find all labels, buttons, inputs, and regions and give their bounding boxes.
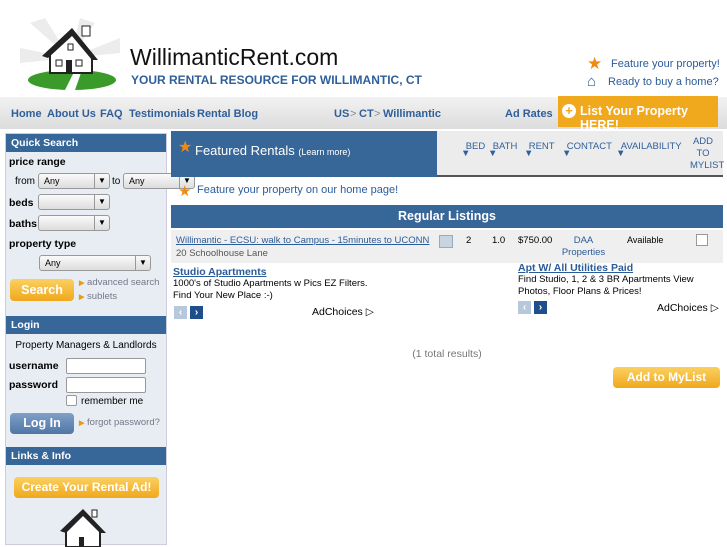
feature-property-link[interactable]: Feature your property! <box>611 58 720 70</box>
buy-home-link[interactable]: Ready to buy a home? <box>608 76 719 88</box>
site-title[interactable]: WillimanticRent.com <box>130 44 338 71</box>
featured-title: Featured Rentals <box>195 143 295 158</box>
chevron-down-icon: ▼ <box>135 256 150 270</box>
col-rent[interactable]: RENT ▼ <box>524 136 555 160</box>
nav-about[interactable]: About Us <box>47 108 96 120</box>
adchoices-link[interactable]: AdChoices ▷ <box>657 302 719 314</box>
site-logo-house[interactable] <box>20 18 125 90</box>
chevron-down-icon: ▼ <box>94 216 109 230</box>
property-type-select[interactable]: Any ▼ <box>39 255 151 271</box>
chevron-down-icon: ▼ <box>94 174 109 188</box>
username-input[interactable] <box>66 358 146 374</box>
ad-block: Apt W/ All Utilities Paid Find Studio, 1… <box>518 262 694 298</box>
ad-text: Find Your New Place :-) <box>173 290 273 301</box>
price-range-label: price range <box>9 156 66 168</box>
price-from-select[interactable]: Any ▼ <box>38 173 110 189</box>
login-button[interactable]: Log In <box>10 413 74 434</box>
forgot-password-link[interactable]: forgot password? <box>87 417 160 428</box>
col-contact[interactable]: CONTACT ▼ <box>562 136 612 160</box>
property-type-value: Any <box>45 258 61 268</box>
col-bed[interactable]: BED ▼ <box>461 136 485 160</box>
listing-bed: 2 <box>466 235 472 246</box>
ad-title-link[interactable]: Apt W/ All Utilities Paid <box>518 262 694 274</box>
advanced-search-link[interactable]: advanced search <box>87 277 159 288</box>
sublets-link[interactable]: sublets <box>87 291 117 302</box>
listing-availability: Available <box>627 235 664 245</box>
property-type-label: property type <box>9 238 77 250</box>
table-row: Willimantic - ECSU: walk to Campus - 15m… <box>171 230 723 263</box>
star-icon: ★ <box>587 54 603 73</box>
nav-rental-blog[interactable]: Rental Blog <box>197 108 258 120</box>
column-headers: BED ▼ BATH ▼ RENT ▼ CONTACT ▼ AVAILABILITY ▼ … <box>437 131 725 177</box>
nav-home[interactable]: Home <box>11 108 42 120</box>
password-input[interactable] <box>66 377 146 393</box>
ad-text: Photos, Floor Plans & Prices! <box>518 286 642 297</box>
listing-contact-link[interactable]: DAA Properties <box>561 235 606 259</box>
regular-listings-header: Regular Listings <box>171 205 723 228</box>
nav-testimonials[interactable]: Testimonials <box>129 108 195 120</box>
ad-next-button[interactable]: › <box>534 301 547 314</box>
to-label: to <box>112 176 121 187</box>
list-property-button[interactable]: + List Your Property HERE! <box>558 96 718 132</box>
price-from-value: Any <box>44 176 60 186</box>
learn-more-link[interactable]: (Learn more) <box>298 147 350 157</box>
login-header: Login <box>6 316 166 334</box>
ad-block: Studio Apartments 1000's of Studio Apart… <box>173 266 368 302</box>
add-to-mylist-button[interactable]: Add to MyList <box>613 367 720 388</box>
photo-icon[interactable] <box>439 235 453 248</box>
search-button[interactable]: Search <box>10 279 74 301</box>
ad-text: 1000's of Studio Apartments w Pics EZ Fi… <box>173 278 368 289</box>
from-label: from <box>15 176 35 187</box>
login-subtitle: Property Managers & Landlords <box>15 340 157 351</box>
col-bath[interactable]: BATH ▼ <box>488 136 517 160</box>
plus-icon: + <box>562 104 576 118</box>
username-label: username <box>9 360 59 372</box>
ad-prev-button[interactable]: ‹ <box>518 301 531 314</box>
breadcrumb-willimantic: Willimantic <box>383 108 441 120</box>
site-tagline: YOUR RENTAL RESOURCE FOR WILLIMANTIC, CT <box>131 73 422 87</box>
price-to-value: Any <box>129 176 145 186</box>
ad-next-button[interactable]: › <box>190 306 203 319</box>
beds-label: beds <box>9 197 34 209</box>
home-icon: ⌂ <box>587 73 597 90</box>
mylist-checkbox[interactable] <box>696 234 708 246</box>
ad-text: Find Studio, 1, 2 & 3 BR Apartments View <box>518 274 694 285</box>
house-logo-icon <box>60 509 106 547</box>
quick-search-header: Quick Search <box>6 134 166 152</box>
col-availability[interactable]: AVAILABILITY ▼ <box>616 136 682 160</box>
breadcrumb-sep: > <box>350 108 357 120</box>
nav-ad-rates[interactable]: Ad Rates <box>505 108 553 120</box>
ad-prev-button[interactable]: ‹ <box>174 306 187 319</box>
results-count: (1 total results) <box>412 348 482 360</box>
star-icon: ★ <box>178 139 193 156</box>
baths-select[interactable]: ▼ <box>38 215 110 231</box>
ad-title-link[interactable]: Studio Apartments <box>173 266 368 278</box>
feature-home-link[interactable]: Feature your property on our home page! <box>197 184 398 196</box>
links-info-header: Links & Info <box>6 447 166 465</box>
chevron-down-icon: ▼ <box>94 195 109 209</box>
listing-address: 20 Schoolhouse Lane <box>176 248 268 259</box>
breadcrumb-sep: > <box>374 108 381 120</box>
adchoices-link[interactable]: AdChoices ▷ <box>312 306 374 318</box>
listing-rent: $750.00 <box>518 235 553 246</box>
listing-bath: 1.0 <box>492 235 506 246</box>
breadcrumb-ct[interactable]: CT <box>359 108 374 120</box>
remember-me-checkbox[interactable] <box>66 395 77 406</box>
star-icon: ★ <box>178 183 192 200</box>
nav-faq[interactable]: FAQ <box>100 108 123 120</box>
beds-select[interactable]: ▼ <box>38 194 110 210</box>
password-label: password <box>9 379 59 391</box>
create-rental-ad-button[interactable]: Create Your Rental Ad! <box>14 477 159 498</box>
listing-title-link[interactable]: Willimantic - ECSU: walk to Campus - 15m… <box>176 235 429 246</box>
sidebar: Quick Search price range from Any ▼ to An… <box>5 133 195 547</box>
breadcrumb-us[interactable]: US <box>334 108 349 120</box>
col-add-mylist: ADD TO MYLIST <box>690 136 725 171</box>
featured-rentals-header: ★ Featured Rentals (Learn more) <box>171 131 437 177</box>
remember-me-label: remember me <box>81 396 144 407</box>
baths-label: baths <box>9 218 38 230</box>
